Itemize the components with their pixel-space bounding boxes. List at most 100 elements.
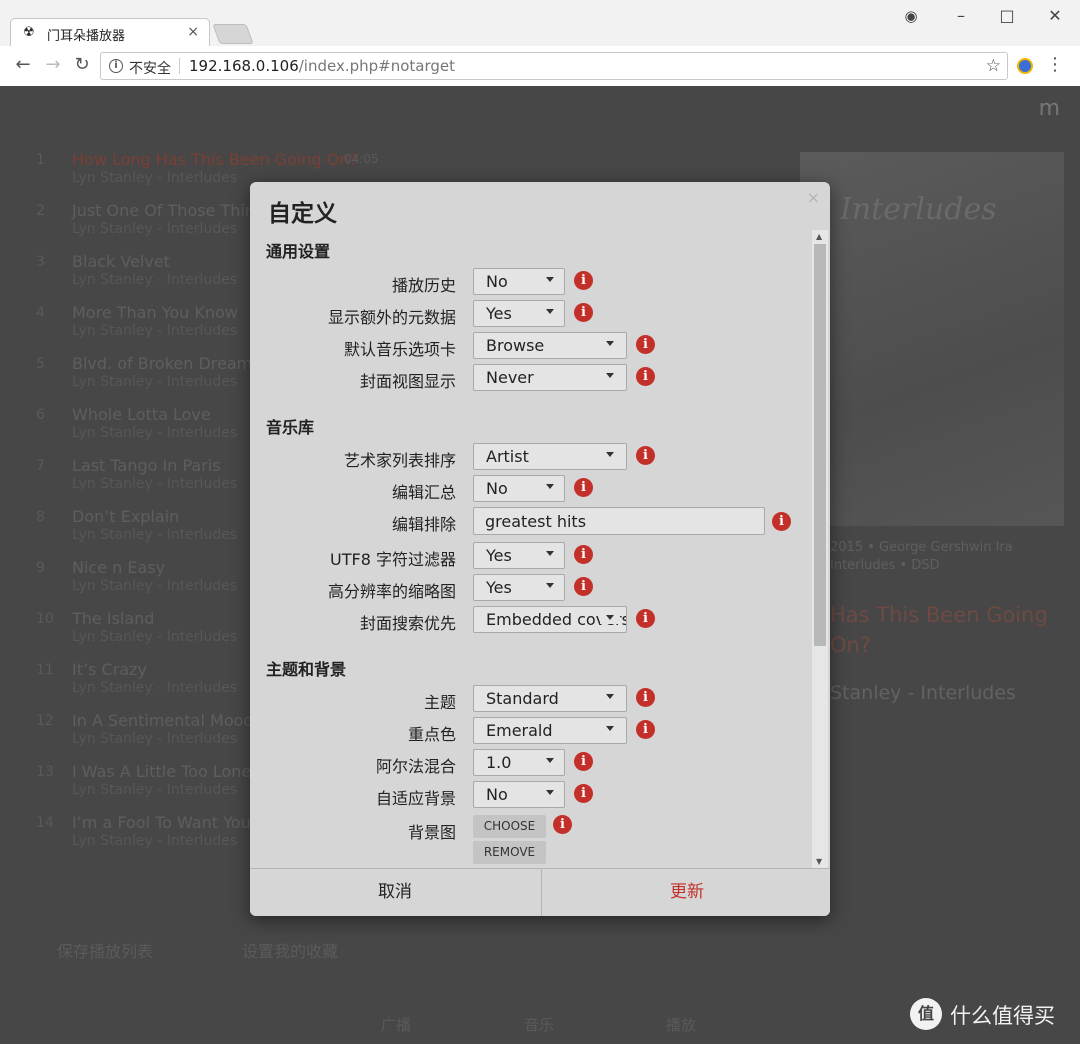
back-icon[interactable]: ←: [12, 54, 34, 76]
setting-utf8-filter: UTF8 字符过滤器 Yes i: [250, 542, 812, 570]
track-title: More Than You Know: [72, 303, 238, 322]
track-title: Whole Lotta Love: [72, 405, 211, 424]
compilations-select[interactable]: No: [473, 475, 565, 502]
bookmark-star-icon[interactable]: ☆: [986, 56, 1001, 76]
track-number: 2: [36, 203, 45, 219]
new-tab-button[interactable]: [212, 24, 254, 44]
info-icon[interactable]: i: [574, 271, 593, 290]
select-value: No: [486, 272, 508, 291]
alpha-select[interactable]: 1.0: [473, 749, 565, 776]
setting-compilations: 编辑汇总 No i: [250, 475, 812, 503]
track-title: It’s Crazy: [72, 660, 147, 679]
track-artist-album: Lyn Stanley - Interludes: [72, 374, 238, 390]
info-icon[interactable]: i: [636, 446, 655, 465]
browser-tab[interactable]: ☢ 门耳朵播放器 ×: [10, 18, 210, 48]
info-icon[interactable]: i: [636, 688, 655, 707]
now-playing-artist: Stanley - Interludes: [830, 682, 1016, 704]
site-info-icon[interactable]: i: [109, 59, 123, 73]
accent-select[interactable]: Emerald: [473, 717, 627, 744]
address-divider: [179, 58, 180, 74]
chevron-down-icon: [546, 583, 554, 588]
browser-chrome: ☢ 门耳朵播放器 × ◉ – □ ✕ ← → ↻ i 不安全 192.168.0…: [0, 0, 1080, 86]
chevron-down-icon: [606, 726, 614, 731]
now-playing-title: Has This Been Going On?: [830, 603, 1048, 657]
artist-sort-select[interactable]: Artist: [473, 443, 627, 470]
forward-icon[interactable]: →: [42, 54, 64, 76]
track-title: Black Velvet: [72, 252, 170, 271]
default-tab-select[interactable]: Browse: [473, 332, 627, 359]
info-icon[interactable]: i: [574, 478, 593, 497]
setting-label: 默认音乐选项卡: [343, 340, 456, 359]
track-number: 3: [36, 254, 45, 270]
minimize-button[interactable]: –: [946, 6, 976, 26]
track-number: 5: [36, 356, 45, 372]
track-artist-album: Lyn Stanley - Interludes: [72, 833, 238, 849]
setting-label: 封面搜索优先: [359, 614, 456, 633]
info-icon[interactable]: i: [636, 720, 655, 739]
track-artist-album: Lyn Stanley - Interludes: [72, 272, 238, 288]
theme-select[interactable]: Standard: [473, 685, 627, 712]
track-artist-album: Lyn Stanley - Interludes: [72, 170, 238, 186]
scroll-up-arrow-icon[interactable]: ▲: [816, 232, 822, 241]
nav-playback: 播放: [666, 1016, 697, 1034]
setting-label: 背景图: [407, 823, 456, 842]
track-artist-album: Lyn Stanley - Interludes: [72, 578, 238, 594]
info-icon[interactable]: i: [574, 784, 593, 803]
hires-thumbs-select[interactable]: Yes: [473, 574, 565, 601]
close-dialog-icon[interactable]: ×: [807, 188, 820, 207]
info-icon[interactable]: i: [636, 367, 655, 386]
setting-hires-thumbs: 高分辨率的缩略图 Yes i: [250, 574, 812, 602]
update-button[interactable]: 更新: [542, 869, 830, 916]
cover-script-text: Interludes: [840, 192, 997, 227]
select-value: Browse: [486, 336, 545, 355]
info-icon[interactable]: i: [636, 609, 655, 628]
info-icon[interactable]: i: [574, 545, 593, 564]
track-number: 11: [36, 662, 54, 678]
info-icon[interactable]: i: [574, 577, 593, 596]
remove-background-button[interactable]: REMOVE: [473, 841, 546, 864]
tab-close-icon[interactable]: ×: [187, 24, 199, 40]
track-title: Just One Of Those Things: [72, 201, 274, 220]
setting-label: 重点色: [407, 725, 456, 744]
dialog-scrollbar[interactable]: ▲ ▼: [812, 230, 828, 868]
scrollbar-thumb[interactable]: [814, 244, 826, 646]
info-icon[interactable]: i: [574, 303, 593, 322]
adaptive-bg-select[interactable]: No: [473, 781, 565, 808]
app-favicon-icon: ☢: [23, 25, 35, 40]
profile-icon[interactable]: ◉: [896, 6, 926, 26]
chevron-down-icon: [606, 373, 614, 378]
info-icon[interactable]: i: [772, 512, 791, 531]
extra-metadata-select[interactable]: Yes: [473, 300, 565, 327]
info-icon[interactable]: i: [636, 335, 655, 354]
scroll-down-arrow-icon[interactable]: ▼: [816, 857, 822, 866]
track-number: 6: [36, 407, 45, 423]
play-history-select[interactable]: No: [473, 268, 565, 295]
close-window-button[interactable]: ✕: [1040, 6, 1070, 26]
url-text[interactable]: 192.168.0.106/index.php#notarget: [189, 57, 455, 75]
info-icon[interactable]: i: [553, 815, 572, 834]
compilation-exclude-field[interactable]: greatest hits: [473, 507, 765, 535]
track-artist-album: Lyn Stanley - Interludes: [72, 680, 238, 696]
utf8-filter-select[interactable]: Yes: [473, 542, 565, 569]
info-icon[interactable]: i: [574, 752, 593, 771]
setting-label: 编辑汇总: [391, 483, 456, 502]
set-favorites-button: 设置我的收藏: [242, 942, 339, 961]
coverview-select[interactable]: Never: [473, 364, 627, 391]
track-number: 13: [36, 764, 54, 780]
cancel-button[interactable]: 取消: [250, 869, 540, 916]
choose-background-button[interactable]: CHOOSE: [473, 815, 546, 838]
browser-menu-icon[interactable]: ⋮: [1046, 54, 1064, 75]
maximize-button[interactable]: □: [992, 6, 1022, 26]
cover-search-select[interactable]: Embedded covers: [473, 606, 627, 633]
extension-icon[interactable]: [1017, 58, 1033, 74]
setting-coverview: 封面视图显示 Never i: [250, 364, 812, 392]
track-title: Last Tango In Paris: [72, 456, 221, 475]
reload-icon[interactable]: ↻: [71, 54, 93, 76]
setting-label: 主题: [423, 693, 456, 712]
track-duration: 04:05: [344, 152, 379, 166]
address-bar[interactable]: i 不安全 192.168.0.106/index.php#notarget ☆: [100, 52, 1008, 80]
track-artist-album: Lyn Stanley - Interludes: [72, 425, 238, 441]
track-artist-album: Lyn Stanley - Interludes: [72, 629, 238, 645]
track-title: Don’t Explain: [72, 507, 180, 526]
setting-label: 高分辨率的缩略图: [327, 582, 456, 601]
